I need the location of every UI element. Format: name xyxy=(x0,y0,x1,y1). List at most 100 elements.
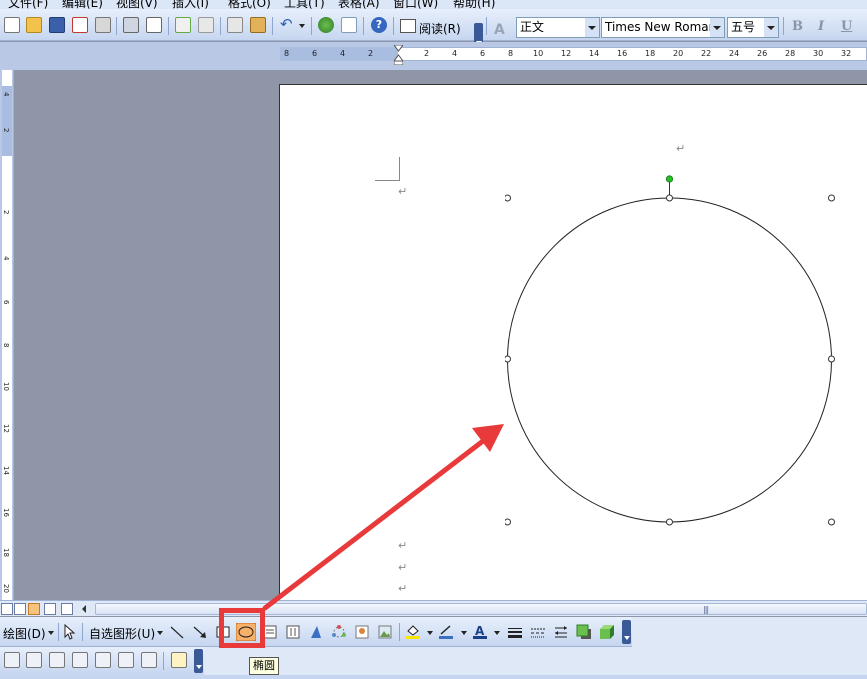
undo-dropdown-icon[interactable] xyxy=(299,24,305,28)
dash-style-icon[interactable] xyxy=(530,624,546,640)
group-icon[interactable] xyxy=(26,652,42,668)
autoshapes-dropdown-icon[interactable] xyxy=(157,631,163,635)
resize-handle-icon[interactable] xyxy=(505,355,511,363)
bold-button[interactable]: B xyxy=(792,19,803,34)
order-icon[interactable] xyxy=(95,652,111,668)
spelling-icon[interactable] xyxy=(175,17,191,33)
table-icon[interactable] xyxy=(341,17,357,33)
horizontal-scrollbar[interactable] xyxy=(95,603,867,615)
vertical-ruler[interactable]: 4 2 2 4 6 8 10 12 14 16 18 20 xyxy=(0,70,14,600)
secondary-toolbar-options-icon[interactable] xyxy=(194,649,203,673)
outline-view-icon[interactable] xyxy=(44,603,56,615)
diagram-icon[interactable] xyxy=(331,624,347,640)
menu-window[interactable]: 窗口(W) xyxy=(393,0,438,9)
wordart-icon[interactable] xyxy=(308,624,324,640)
insert-picture-icon[interactable] xyxy=(377,624,393,640)
reading-view-icon[interactable] xyxy=(61,603,73,615)
clip-art-icon[interactable] xyxy=(354,624,370,640)
3d-style-icon[interactable] xyxy=(599,624,615,640)
ruler-tick: 20 xyxy=(2,584,10,593)
undo-icon[interactable]: ↶ xyxy=(280,17,296,33)
shadow-style-icon[interactable] xyxy=(576,624,592,640)
menu-table[interactable]: 表格(A) xyxy=(338,0,380,9)
normal-view-icon[interactable] xyxy=(1,603,13,615)
read-mode-button[interactable]: 阅读(R) xyxy=(419,20,461,37)
copy-icon[interactable] xyxy=(227,17,243,33)
selected-ellipse-shape[interactable] xyxy=(505,175,837,527)
ruler-tick: 4 xyxy=(452,49,458,58)
resize-handle-icon[interactable] xyxy=(666,194,673,202)
menu-tools[interactable]: 工具(T) xyxy=(284,0,325,9)
paste-icon[interactable] xyxy=(250,17,266,33)
underline-button[interactable]: U xyxy=(841,19,852,34)
autoshapes-menu-button[interactable]: 自选图形(U) xyxy=(89,625,155,642)
line-color-dropdown-icon[interactable] xyxy=(461,631,467,635)
resize-handle-icon[interactable] xyxy=(666,518,673,526)
fill-dropdown-icon[interactable] xyxy=(427,631,433,635)
menu-insert[interactable]: 插入(I) xyxy=(172,0,209,9)
menu-help[interactable]: 帮助(H) xyxy=(453,0,495,9)
resize-handle-icon[interactable] xyxy=(828,194,835,202)
line-style-icon[interactable] xyxy=(507,624,523,640)
rotate-flip-icon[interactable] xyxy=(171,652,187,668)
paragraph-mark: ↵ xyxy=(398,539,408,552)
select-objects-icon[interactable] xyxy=(62,624,78,640)
draw-menu-button[interactable]: 绘图(D) xyxy=(3,625,46,642)
ellipse-tooltip: 椭圆 xyxy=(249,657,279,675)
paragraph-mark: ↵ xyxy=(676,142,686,155)
ruler-tick: 10 xyxy=(533,49,544,58)
open-folder-icon[interactable] xyxy=(26,17,42,33)
drawing-toolbar-options-icon[interactable] xyxy=(622,620,631,644)
font-color-icon[interactable]: A xyxy=(472,624,488,640)
hyperlink-icon[interactable] xyxy=(318,17,334,33)
regroup-icon[interactable] xyxy=(72,652,88,668)
draw-dropdown-icon[interactable] xyxy=(48,631,54,635)
font-select[interactable]: Times New Roman xyxy=(601,17,725,38)
arrow-tool-icon[interactable] xyxy=(192,624,208,640)
print-icon[interactable] xyxy=(123,17,139,33)
paragraph-mark: ↵ xyxy=(398,582,408,595)
menu-format[interactable]: 格式(O) xyxy=(228,0,271,9)
edit-points-icon[interactable] xyxy=(4,652,20,668)
menu-bar: 文件(F) 编辑(E) 视图(V) 插入(I) 格式(O) 工具(T) 表格(A… xyxy=(0,0,867,9)
web-view-icon[interactable] xyxy=(14,603,26,615)
style-select[interactable]: 正文 xyxy=(516,17,600,38)
print-view-icon[interactable] xyxy=(28,603,40,615)
rotate-handle-icon[interactable] xyxy=(665,175,674,183)
font-size-select[interactable]: 五号 xyxy=(727,17,779,38)
ungroup-icon[interactable] xyxy=(49,652,65,668)
ruler-tick: 8 xyxy=(284,49,290,58)
resize-handle-icon[interactable] xyxy=(828,518,835,526)
ruler-tick: 20 xyxy=(673,49,684,58)
horizontal-ruler[interactable]: 8 6 4 2 2 4 6 8 10 12 14 16 18 20 22 24 … xyxy=(0,42,867,70)
resize-handle-icon[interactable] xyxy=(828,355,835,363)
line-tool-icon[interactable] xyxy=(169,624,185,640)
margin-corner-mark xyxy=(375,157,400,181)
menu-view[interactable]: 视图(V) xyxy=(116,0,158,9)
drawing-toolbar: 绘图(D) 自选图形(U) A xyxy=(0,617,632,647)
print-preview-icon[interactable] xyxy=(146,17,162,33)
resize-handle-icon[interactable] xyxy=(505,194,511,202)
fill-color-icon[interactable] xyxy=(405,624,421,640)
font-color-dropdown-icon[interactable] xyxy=(494,631,500,635)
research-icon[interactable] xyxy=(198,17,214,33)
help-icon[interactable]: ? xyxy=(371,17,387,33)
italic-button[interactable]: I xyxy=(818,19,824,34)
vertical-text-box-icon[interactable] xyxy=(285,624,301,640)
indent-marker-icon[interactable] xyxy=(394,45,403,65)
styles-pane-icon[interactable]: A xyxy=(494,22,505,38)
menu-file[interactable]: 文件(F) xyxy=(8,0,48,9)
new-document-icon[interactable] xyxy=(4,17,20,33)
menu-edit[interactable]: 编辑(E) xyxy=(62,0,103,9)
ruler-tick: 4 xyxy=(2,256,10,261)
align-icon[interactable] xyxy=(141,652,157,668)
scroll-left-icon[interactable] xyxy=(82,605,86,613)
save-icon[interactable] xyxy=(49,17,65,33)
permission-icon[interactable] xyxy=(72,17,88,33)
nudge-icon[interactable] xyxy=(118,652,134,668)
line-color-icon[interactable] xyxy=(438,624,454,640)
resize-handle-icon[interactable] xyxy=(505,518,511,526)
ruler-tick: 4 xyxy=(340,49,346,58)
arrow-style-icon[interactable] xyxy=(553,624,569,640)
email-icon[interactable] xyxy=(95,17,111,33)
